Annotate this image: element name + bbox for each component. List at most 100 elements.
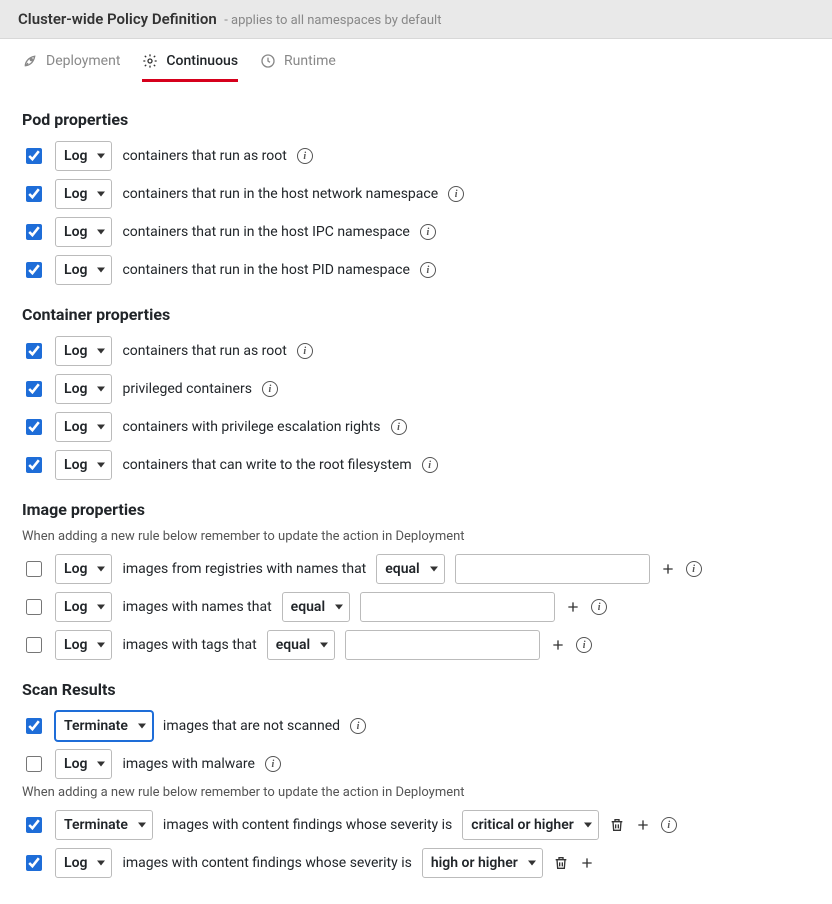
operator-select[interactable]: equal (376, 554, 444, 584)
rule-checkbox[interactable] (26, 637, 42, 653)
page-title: Cluster-wide Policy Definition (18, 10, 217, 28)
info-icon[interactable]: i (262, 381, 278, 397)
rule-text: containers that run as root (122, 343, 286, 359)
action-select[interactable]: Log (55, 217, 112, 247)
rule-text: images with malware (122, 756, 254, 772)
chevron-down-icon (97, 861, 105, 866)
chevron-down-icon (97, 349, 105, 354)
tab-label: Continuous (166, 53, 238, 69)
rule-checkbox[interactable] (26, 148, 42, 164)
chevron-down-icon (97, 268, 105, 273)
tab-label: Runtime (284, 53, 336, 69)
tab-runtime[interactable]: Runtime (260, 53, 336, 82)
action-select[interactable]: Log (55, 848, 112, 878)
rule-checkbox[interactable] (26, 457, 42, 473)
rule-row: Log containers that run in the host PID … (22, 253, 810, 287)
add-icon[interactable] (550, 637, 566, 653)
tab-continuous[interactable]: Continuous (142, 53, 238, 82)
action-select[interactable]: Log (55, 630, 112, 660)
clock-icon (260, 53, 276, 69)
chevron-down-icon (528, 861, 536, 866)
rule-checkbox[interactable] (26, 561, 42, 577)
rule-text: images from registries with names that (122, 561, 366, 577)
rule-checkbox[interactable] (26, 599, 42, 615)
section-title-image: Image properties (22, 500, 810, 519)
info-icon[interactable]: i (448, 186, 464, 202)
add-icon[interactable] (579, 855, 595, 871)
chevron-down-icon (138, 724, 146, 729)
rule-row: Log images with tags that equal i (22, 628, 810, 662)
info-icon[interactable]: i (420, 262, 436, 278)
rule-text: images with tags that (122, 637, 256, 653)
action-select[interactable]: Log (55, 450, 112, 480)
rule-checkbox[interactable] (26, 262, 42, 278)
chevron-down-icon (584, 823, 592, 828)
rule-checkbox[interactable] (26, 224, 42, 240)
chevron-down-icon (97, 154, 105, 159)
action-select[interactable]: Terminate (55, 810, 153, 840)
trash-icon[interactable] (553, 855, 569, 871)
rule-row: Log containers that run as root i (22, 334, 810, 368)
operator-select[interactable]: equal (282, 592, 350, 622)
action-select[interactable]: Log (55, 554, 112, 584)
section-note: When adding a new rule below remember to… (22, 529, 810, 544)
rule-row: Log containers that run in the host IPC … (22, 215, 810, 249)
value-input[interactable] (455, 554, 650, 584)
chevron-down-icon (97, 643, 105, 648)
severity-select[interactable]: critical or higher (462, 810, 599, 840)
rule-text: containers that run in the host network … (122, 186, 438, 202)
chevron-down-icon (97, 230, 105, 235)
add-icon[interactable] (660, 561, 676, 577)
action-select[interactable]: Log (55, 255, 112, 285)
rule-checkbox[interactable] (26, 381, 42, 397)
chevron-down-icon (97, 605, 105, 610)
rule-checkbox[interactable] (26, 855, 42, 871)
add-icon[interactable] (635, 817, 651, 833)
operator-select[interactable]: equal (267, 630, 335, 660)
info-icon[interactable]: i (350, 718, 366, 734)
rule-row: Log containers that run as root i (22, 139, 810, 173)
tab-deployment[interactable]: Deployment (22, 53, 120, 82)
trash-icon[interactable] (609, 817, 625, 833)
action-select[interactable]: Terminate (55, 711, 153, 741)
info-icon[interactable]: i (265, 756, 281, 772)
rule-row: Log images with malware i (22, 747, 810, 781)
action-select[interactable]: Log (55, 336, 112, 366)
info-icon[interactable]: i (591, 599, 607, 615)
rule-checkbox[interactable] (26, 343, 42, 359)
rule-checkbox[interactable] (26, 419, 42, 435)
info-icon[interactable]: i (686, 561, 702, 577)
section-title-container: Container properties (22, 305, 810, 324)
chevron-down-icon (97, 762, 105, 767)
rule-row: Log privileged containers i (22, 372, 810, 406)
info-icon[interactable]: i (420, 224, 436, 240)
info-icon[interactable]: i (391, 419, 407, 435)
severity-select[interactable]: high or higher (422, 848, 543, 878)
info-icon[interactable]: i (297, 148, 313, 164)
rule-checkbox[interactable] (26, 186, 42, 202)
action-select[interactable]: Log (55, 412, 112, 442)
action-select[interactable]: Log (55, 179, 112, 209)
action-select[interactable]: Log (55, 141, 112, 171)
info-icon[interactable]: i (422, 457, 438, 473)
rule-text: images that are not scanned (163, 718, 340, 734)
action-select[interactable]: Log (55, 374, 112, 404)
tab-label: Deployment (46, 53, 120, 69)
add-icon[interactable] (565, 599, 581, 615)
value-input[interactable] (360, 592, 555, 622)
rule-checkbox[interactable] (26, 817, 42, 833)
chevron-down-icon (97, 567, 105, 572)
value-input[interactable] (345, 630, 540, 660)
info-icon[interactable]: i (661, 817, 677, 833)
rule-checkbox[interactable] (26, 756, 42, 772)
rule-text: containers that run in the host IPC name… (122, 224, 409, 240)
chevron-down-icon (320, 643, 328, 648)
action-select[interactable]: Log (55, 749, 112, 779)
rule-checkbox[interactable] (26, 718, 42, 734)
info-icon[interactable]: i (297, 343, 313, 359)
rule-row: Log containers that run in the host netw… (22, 177, 810, 211)
action-select[interactable]: Log (55, 592, 112, 622)
chevron-down-icon (97, 192, 105, 197)
chevron-down-icon (97, 463, 105, 468)
info-icon[interactable]: i (576, 637, 592, 653)
